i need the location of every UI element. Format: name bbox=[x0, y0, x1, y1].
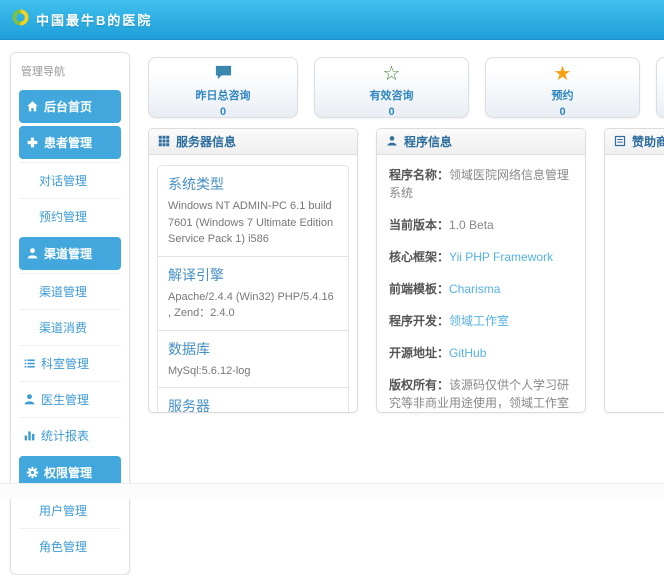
sidebar-item-label: 后台首页 bbox=[44, 100, 93, 114]
server-info-panel: 服务器信息 系统类型 Windows NT ADMIN-PC 6.1 build… bbox=[148, 128, 358, 413]
sidebar-item-label: 预约管理 bbox=[39, 210, 88, 224]
sidebar-item-label: 科室管理 bbox=[41, 357, 90, 371]
panel-title: 服务器信息 bbox=[176, 135, 237, 149]
panels-row: 服务器信息 系统类型 Windows NT ADMIN-PC 6.1 build… bbox=[148, 128, 664, 413]
program-row-name: 程序名称：领域医院网络信息管理系统 bbox=[389, 168, 570, 200]
server-info-header: 服务器信息 bbox=[149, 129, 357, 155]
comment-icon bbox=[149, 63, 297, 87]
sidebar-item-label: 用户管理 bbox=[39, 504, 88, 518]
user-icon bbox=[23, 393, 36, 406]
sidebar-item-label: 渠道管理 bbox=[44, 247, 93, 261]
stat-card-valid-consults: ☆ 有效咨询 0 bbox=[314, 57, 469, 118]
logo-ring-icon bbox=[12, 8, 29, 31]
framework-link[interactable]: Yii PHP Framework bbox=[449, 250, 553, 264]
program-row-template: 前端模板：Charisma bbox=[389, 282, 501, 296]
program-info-list: 程序名称：领域医院网络信息管理系统 当前版本：1.0 Beta 核心框架：Yii… bbox=[377, 155, 585, 412]
server-item-heading: 数据库 bbox=[168, 340, 210, 357]
sidebar-item-doctors[interactable]: 医生管理 bbox=[19, 381, 121, 417]
github-link[interactable]: GitHub bbox=[449, 346, 486, 360]
star-outline-icon: ☆ bbox=[382, 63, 401, 85]
user-icon bbox=[386, 135, 399, 148]
gear-icon bbox=[26, 466, 39, 479]
program-info-header: 程序信息 bbox=[377, 129, 585, 155]
star-filled-icon: ★ bbox=[553, 63, 572, 85]
grid-icon bbox=[158, 135, 171, 148]
program-row-source: 开源地址：GitHub bbox=[389, 346, 487, 360]
sidebar-item-patients[interactable]: 患者管理 bbox=[19, 126, 121, 159]
stat-label: 昨日总咨询 bbox=[195, 90, 251, 102]
sidebar-item-label: 权限管理 bbox=[44, 466, 93, 480]
program-row-copyright: 版权所有：该源码仅供个人学习研究等非商业用途使用，领域工作室保留该源码的所有权利… bbox=[389, 378, 570, 410]
server-item-value: Apache/2.4.4 (Win32) PHP/5.4.16 , Zend：2… bbox=[168, 290, 334, 320]
stat-cards-row: 昨日总咨询 0 ☆ 有效咨询 0 ★ 预约 0 bbox=[148, 57, 664, 118]
sidebar-item-label: 对话管理 bbox=[39, 174, 88, 188]
sidebar-item-roles[interactable]: 角色管理 bbox=[19, 528, 121, 564]
sidebar-item-label: 医生管理 bbox=[41, 393, 90, 407]
footer-divider bbox=[0, 483, 664, 499]
program-info-panel: 程序信息 程序名称：领域医院网络信息管理系统 当前版本：1.0 Beta 核心框… bbox=[376, 128, 586, 413]
server-item-heading: 系统类型 bbox=[168, 176, 224, 192]
server-item-heading: 服务器 bbox=[168, 398, 210, 413]
stat-value: 0 bbox=[388, 106, 395, 118]
panel-title: 程序信息 bbox=[404, 135, 453, 149]
stat-card-bookings: ★ 预约 0 bbox=[485, 57, 640, 118]
sidebar-item-booking-mgmt[interactable]: 预约管理 bbox=[19, 198, 121, 234]
topbar: 中国最牛B的医院 bbox=[0, 0, 664, 40]
sidebar-item-label: 渠道消费 bbox=[39, 321, 88, 335]
sidebar-item-departments[interactable]: 科室管理 bbox=[19, 345, 121, 381]
stat-label: 预约 bbox=[551, 90, 574, 102]
stat-card-cutoff bbox=[656, 57, 664, 118]
link-box-icon bbox=[614, 135, 627, 148]
list-icon bbox=[23, 357, 36, 370]
program-row-developer: 程序开发：领域工作室 bbox=[389, 314, 510, 328]
server-item-value: Windows NT ADMIN-PC 6.1 build 7601 (Wind… bbox=[168, 200, 334, 245]
sidebar-item-dialog-mgmt[interactable]: 对话管理 bbox=[19, 162, 121, 198]
panel-title: 赞助商链接 bbox=[632, 135, 664, 149]
sidebar-item-label: 渠道管理 bbox=[39, 285, 88, 299]
program-row-version: 当前版本：1.0 Beta bbox=[389, 218, 494, 232]
server-item-value: MySql:5.6.12-log bbox=[168, 364, 251, 377]
server-item-database: 数据库 MySql:5.6.12-log bbox=[158, 329, 348, 388]
template-link[interactable]: Charisma bbox=[449, 282, 500, 296]
sidebar-item-reports[interactable]: 统计报表 bbox=[19, 417, 121, 453]
sidebar-item-channel-mgmt[interactable]: 渠道管理 bbox=[19, 273, 121, 309]
sidebar-item-label: 统计报表 bbox=[41, 429, 90, 443]
sidebar-header: 管理导航 bbox=[21, 66, 65, 78]
server-info-list: 系统类型 Windows NT ADMIN-PC 6.1 build 7601 … bbox=[157, 165, 349, 413]
sidebar-item-label: 患者管理 bbox=[44, 136, 93, 150]
stat-value: 0 bbox=[559, 106, 566, 118]
sidebar-item-label: 角色管理 bbox=[39, 540, 88, 554]
stat-value: 0 bbox=[219, 106, 227, 118]
server-item-engine: 解译引擎 Apache/2.4.4 (Win32) PHP/5.4.16 , Z… bbox=[158, 255, 348, 330]
program-row-framework: 核心框架：Yii PHP Framework bbox=[389, 250, 554, 264]
stat-card-yesterday-consults: 昨日总咨询 0 bbox=[148, 57, 298, 118]
channel-user-icon bbox=[26, 247, 39, 260]
sidebar-item-dashboard[interactable]: 后台首页 bbox=[19, 90, 121, 123]
brand[interactable]: 中国最牛B的医院 bbox=[12, 8, 153, 31]
server-item-server: 服务器 服务器IP：127.0.0.1 程序目录：D:\Web\LyHNIMS bbox=[158, 387, 348, 413]
bar-chart-icon bbox=[23, 429, 36, 442]
server-item-os: 系统类型 Windows NT ADMIN-PC 6.1 build 7601 … bbox=[158, 166, 348, 256]
main-content: 昨日总咨询 0 ☆ 有效咨询 0 ★ 预约 0 服务器信息 系统类型 Windo… bbox=[148, 52, 664, 483]
home-icon bbox=[26, 100, 39, 113]
server-item-heading: 解译引擎 bbox=[168, 266, 224, 283]
sponsor-links-panel: 赞助商链接 bbox=[604, 128, 664, 413]
sidebar-item-channel-spend[interactable]: 渠道消费 bbox=[19, 309, 121, 345]
sponsor-links-header: 赞助商链接 bbox=[605, 129, 664, 155]
plus-icon bbox=[26, 136, 39, 149]
developer-link[interactable]: 领域工作室 bbox=[449, 314, 509, 328]
app-title: 中国最牛B的医院 bbox=[36, 13, 153, 28]
sidebar-item-channel[interactable]: 渠道管理 bbox=[19, 237, 121, 270]
stat-label: 有效咨询 bbox=[369, 90, 414, 102]
